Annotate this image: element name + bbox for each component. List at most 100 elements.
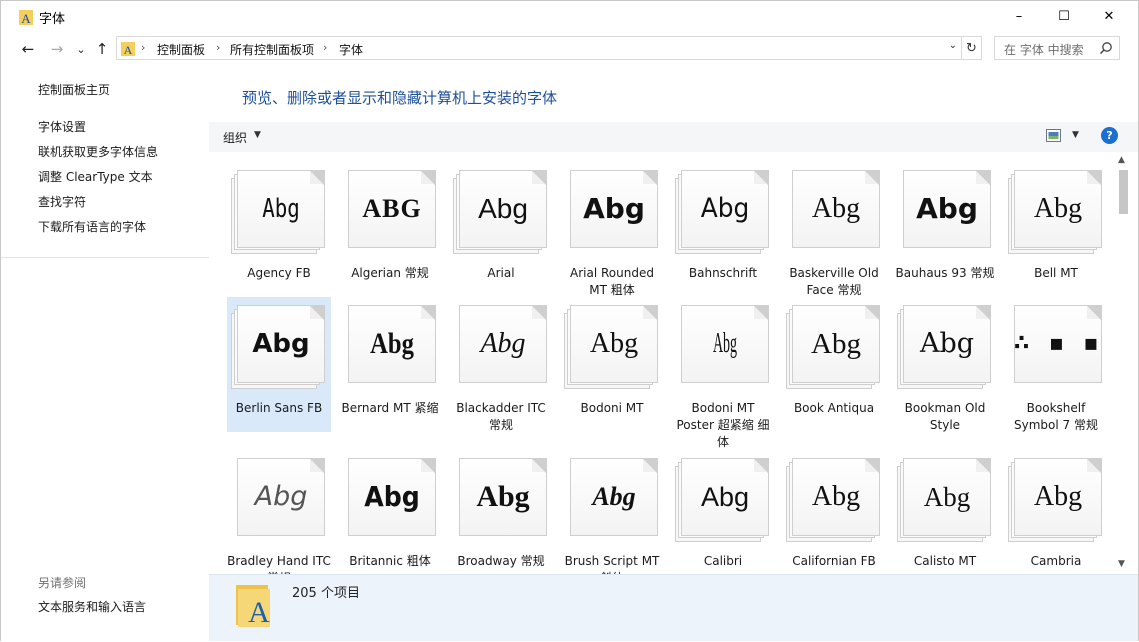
- font-tile[interactable]: Abg Agency FB: [227, 162, 331, 282]
- search-icon[interactable]: [1099, 41, 1113, 55]
- font-tile[interactable]: Abg Bradley Hand ITC 常规: [227, 450, 331, 574]
- page-fold: [1087, 459, 1100, 472]
- font-file-icon: Abg: [342, 305, 438, 389]
- sidebar-divider: [1, 257, 209, 258]
- font-name-label: Bauhaus 93 常规: [895, 266, 995, 280]
- breadcrumb-control-panel[interactable]: 控制面板: [157, 41, 205, 58]
- font-tile[interactable]: Abg Calisto MT: [893, 450, 997, 574]
- font-sample-glyph: Abg: [811, 481, 861, 512]
- font-name-label: Baskerville Old Face 常规: [789, 266, 879, 297]
- fonts-window: A 字体 – ☐ ✕ ← → ⌄ ↑ A › 控制面板 › 所有控制面板项 › …: [0, 0, 1139, 642]
- font-name-label: Blackadder ITC 常规: [456, 401, 546, 432]
- address-bar[interactable]: A › 控制面板 › 所有控制面板项 › 字体 ⌄: [116, 36, 962, 60]
- font-settings-link[interactable]: 字体设置: [38, 118, 86, 135]
- font-sample-glyph: Abg: [700, 193, 750, 224]
- font-name-label: Arial Rounded MT 粗体: [570, 266, 654, 297]
- page-fold: [532, 306, 545, 319]
- find-character-link[interactable]: 查找字符: [38, 193, 86, 210]
- font-tile[interactable]: Abg Cambria: [1004, 450, 1108, 574]
- font-sample-glyph: ∴ ▪ ▪: [1014, 331, 1105, 356]
- view-options-icon[interactable]: [1046, 129, 1061, 142]
- address-dropdown-icon[interactable]: ⌄: [949, 40, 957, 51]
- breadcrumb-all-items[interactable]: 所有控制面板项: [230, 41, 314, 58]
- maximize-button[interactable]: ☐: [1041, 1, 1087, 31]
- content-pane: 预览、删除或者显示和隐藏计算机上安装的字体 组织 ▼ ▼ ? Abg Agency…: [209, 67, 1138, 640]
- text-services-link[interactable]: 文本服务和输入语言: [38, 598, 146, 615]
- search-box[interactable]: 在 字体 中搜索: [994, 36, 1120, 60]
- font-tile[interactable]: Abg Britannic 粗体: [338, 450, 442, 574]
- font-tile[interactable]: Abg Bookman Old Style: [893, 297, 997, 432]
- font-sample-glyph: Abg: [252, 329, 310, 359]
- command-bar: 组织 ▼ ▼ ?: [209, 122, 1138, 152]
- chevron-down-icon[interactable]: ▼: [1072, 130, 1079, 140]
- font-tile[interactable]: ∴ ▪ ▪ Bookshelf Symbol 7 常规: [1004, 297, 1108, 432]
- page-title: 预览、删除或者显示和隐藏计算机上安装的字体: [242, 89, 558, 107]
- adjust-cleartype-link[interactable]: 调整 ClearType 文本: [38, 168, 153, 185]
- font-file-icon: Abg: [786, 458, 882, 542]
- font-file-icon: Abg: [786, 305, 882, 389]
- font-tile[interactable]: ABG Algerian 常规: [338, 162, 442, 282]
- font-name-label: Arial: [487, 266, 515, 280]
- font-name-label: Algerian 常规: [351, 266, 429, 280]
- font-tile[interactable]: Abg Bahnschrift: [671, 162, 775, 282]
- vertical-scrollbar[interactable]: ▲ ▼: [1114, 153, 1132, 576]
- recent-locations-button[interactable]: ⌄: [71, 39, 91, 59]
- font-tile[interactable]: Abg Berlin Sans FB: [227, 297, 331, 432]
- font-file-icon: Abg: [564, 305, 660, 389]
- scroll-down-icon[interactable]: ▼: [1118, 559, 1125, 569]
- window-title: 字体: [39, 12, 66, 27]
- font-tile[interactable]: Abg Arial: [449, 162, 553, 282]
- font-tile[interactable]: Abg Broadway 常规: [449, 450, 553, 574]
- font-sample-glyph: Abg: [262, 194, 300, 224]
- minimize-button[interactable]: –: [996, 1, 1042, 31]
- up-button[interactable]: ↑: [92, 39, 112, 59]
- details-pane: A 205 个项目: [209, 574, 1138, 641]
- font-file-icon: Abg: [1008, 170, 1104, 254]
- forward-button[interactable]: →: [47, 39, 67, 59]
- font-sample-glyph: Abg: [480, 328, 526, 359]
- see-also-heading: 另请参阅: [38, 576, 87, 590]
- scroll-up-icon[interactable]: ▲: [1118, 155, 1125, 165]
- scrollbar-thumb[interactable]: [1119, 170, 1128, 214]
- page-fold: [1087, 171, 1100, 184]
- refresh-button[interactable]: ↻: [962, 36, 982, 60]
- svg-text:A: A: [248, 596, 270, 627]
- font-tile[interactable]: Abg Calibri: [671, 450, 775, 574]
- font-file-icon: Abg: [1008, 458, 1104, 542]
- download-all-fonts-link[interactable]: 下载所有语言的字体: [38, 218, 146, 235]
- page-fold: [865, 459, 878, 472]
- page-fold: [643, 459, 656, 472]
- font-tile[interactable]: Abg Blackadder ITC 常规: [449, 297, 553, 432]
- svg-text:A: A: [21, 11, 31, 25]
- font-tile[interactable]: Abg Book Antiqua: [782, 297, 886, 432]
- help-icon[interactable]: ?: [1101, 127, 1118, 144]
- font-tile[interactable]: Abg Arial Rounded MT 粗体: [560, 162, 664, 297]
- page-fold: [421, 171, 434, 184]
- font-tile[interactable]: Abg Bell MT: [1004, 162, 1108, 282]
- close-button[interactable]: ✕: [1086, 1, 1132, 31]
- back-button[interactable]: ←: [18, 39, 38, 59]
- font-file-icon: Abg: [675, 170, 771, 254]
- font-name-label: Cambria: [1030, 554, 1082, 568]
- breadcrumb-fonts[interactable]: 字体: [339, 41, 363, 58]
- font-tile[interactable]: Abg Bodoni MT: [560, 297, 664, 432]
- get-more-font-info-link[interactable]: 联机获取更多字体信息: [38, 143, 158, 160]
- breadcrumb-separator: ›: [141, 41, 146, 54]
- chevron-down-icon[interactable]: ▼: [254, 130, 261, 140]
- font-tile[interactable]: Abg Californian FB: [782, 450, 886, 574]
- font-tile[interactable]: Abg Bauhaus 93 常规: [893, 162, 997, 282]
- font-tile[interactable]: Abg Bernard MT 紧缩: [338, 297, 442, 432]
- breadcrumb-separator: ›: [323, 41, 328, 54]
- organize-button[interactable]: 组织: [223, 129, 247, 146]
- font-tile[interactable]: Abg Bodoni MT Poster 超紧缩 细体: [671, 297, 775, 449]
- page-fold: [310, 171, 323, 184]
- page-fold: [643, 171, 656, 184]
- font-tile[interactable]: Abg Brush Script MT 斜体: [560, 450, 664, 574]
- page-fold: [310, 306, 323, 319]
- font-tile[interactable]: Abg Baskerville Old Face 常规: [782, 162, 886, 297]
- font-sample-glyph: Abg: [712, 328, 738, 359]
- font-name-label: Bahnschrift: [688, 266, 758, 280]
- page-fold: [532, 459, 545, 472]
- font-file-icon: Abg: [786, 170, 882, 254]
- control-panel-home-link[interactable]: 控制面板主页: [38, 81, 110, 98]
